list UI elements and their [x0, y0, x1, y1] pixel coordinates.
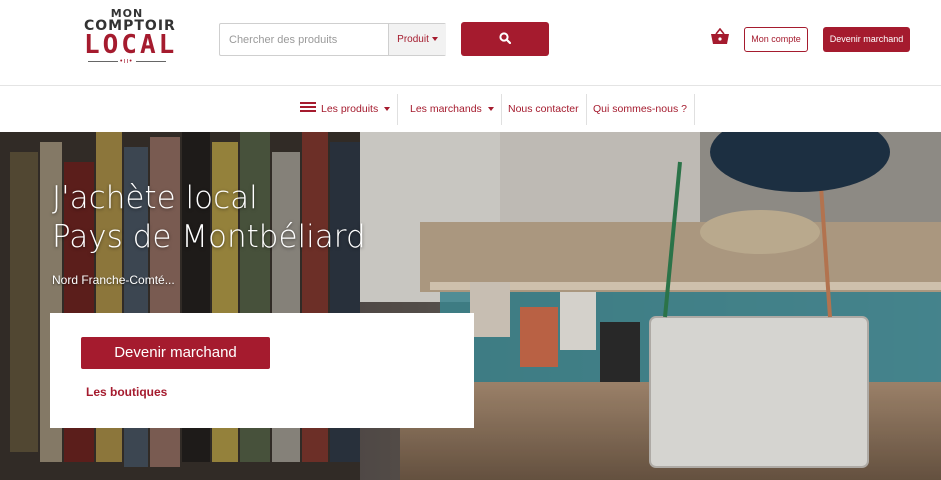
chevron-down-icon	[384, 107, 391, 112]
become-merchant-button[interactable]: Devenir marchand	[823, 27, 910, 52]
become-merchant-cta-button[interactable]: Devenir marchand	[81, 337, 270, 369]
nav-item-label: Qui sommes-nous ?	[593, 103, 687, 115]
site-header: MON COMPTOIR LOCAL •ıı• Produit Mon comp…	[0, 0, 941, 86]
hero-subtitle: Nord Franche-Comté...	[52, 273, 175, 287]
nav-item-label: Nous contacter	[508, 103, 579, 115]
logo-dots: •ıı•	[120, 58, 133, 65]
category-select-label: Produit	[397, 34, 429, 45]
nav-item-contact[interactable]: Nous contacter	[501, 94, 587, 125]
main-nav: Les produits Les marchands Nous contacte…	[0, 87, 941, 132]
search-button[interactable]	[461, 22, 549, 56]
hero-title-line-1: J'achète local	[52, 180, 258, 216]
my-account-button[interactable]: Mon compte	[744, 27, 808, 52]
category-select[interactable]: Produit	[388, 24, 446, 55]
search-input[interactable]	[220, 24, 388, 55]
nav-item-label: Les produits	[321, 103, 379, 115]
logo-line-3: LOCAL	[84, 30, 178, 60]
nav-item-about[interactable]: Qui sommes-nous ?	[586, 94, 695, 125]
menu-icon	[300, 102, 316, 112]
hero-banner: J'achète local Pays de Montbéliard Nord …	[0, 132, 941, 480]
chevron-down-icon	[431, 37, 438, 42]
nav-item-merchants[interactable]: Les marchands	[403, 94, 502, 125]
nav-item-label: Les marchands	[410, 103, 482, 115]
hero-title-line-2: Pays de Montbéliard	[52, 219, 366, 255]
hero-title: J'achète local Pays de Montbéliard	[52, 179, 366, 257]
search-icon	[499, 32, 511, 44]
shops-link[interactable]: Les boutiques	[86, 385, 167, 399]
nav-item-products[interactable]: Les produits	[293, 94, 399, 125]
logo-underline: •ıı•	[84, 58, 170, 66]
chevron-down-icon	[487, 107, 494, 112]
search-box: Produit	[219, 23, 446, 56]
site-logo[interactable]: MON COMPTOIR LOCAL •ıı•	[84, 8, 178, 68]
hero-card: Devenir marchand Les boutiques	[50, 313, 474, 428]
basket-icon[interactable]	[710, 27, 730, 46]
